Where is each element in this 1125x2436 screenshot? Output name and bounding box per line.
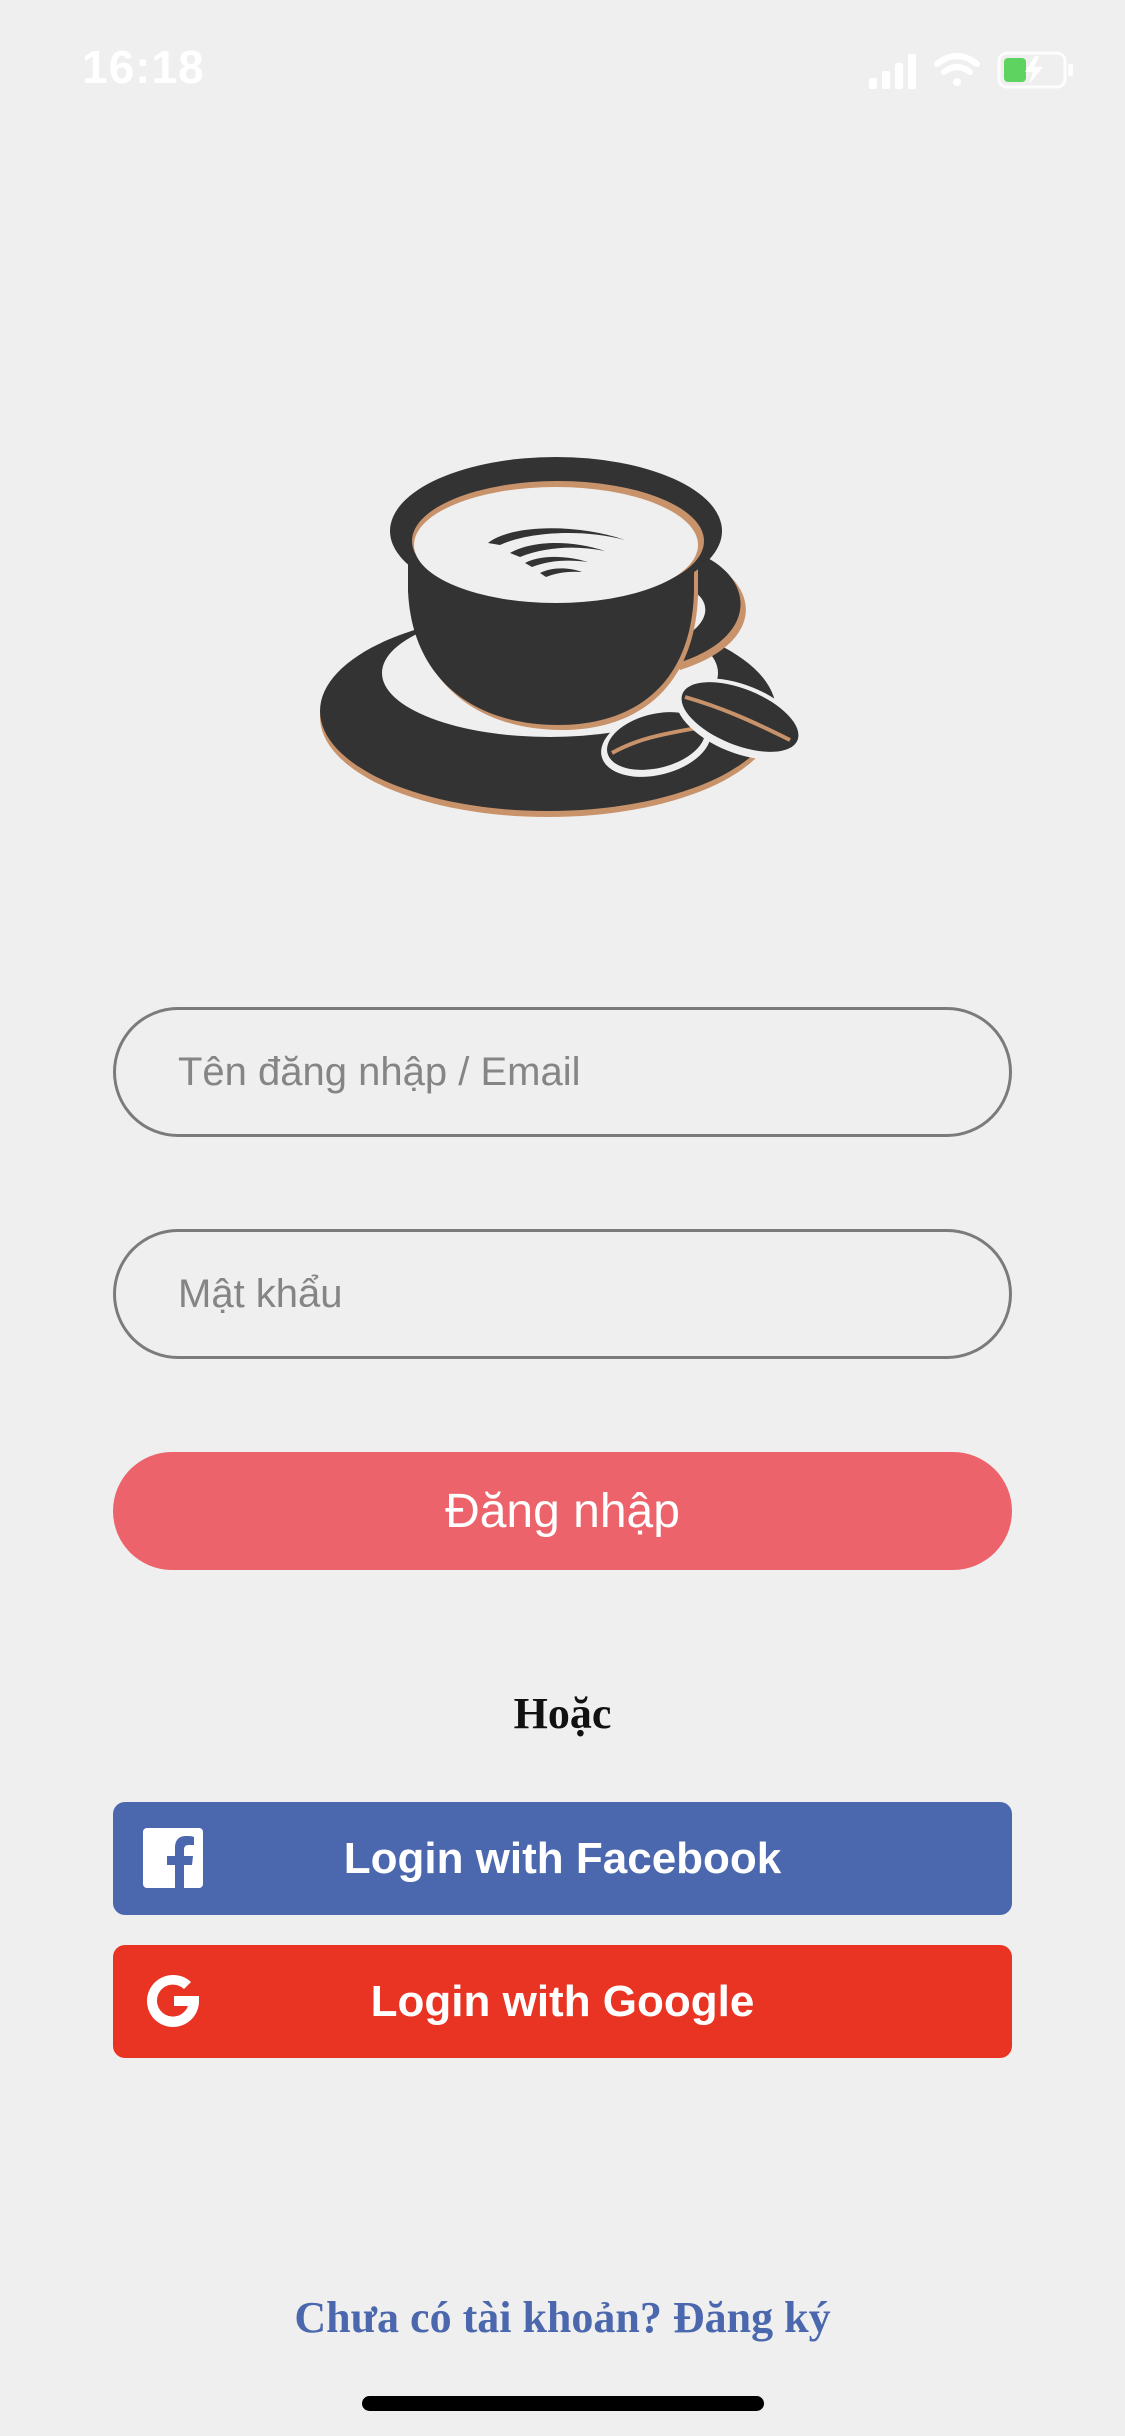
status-icons [869, 51, 1073, 89]
status-time: 16:18 [82, 41, 205, 93]
facebook-login-label: Login with Facebook [343, 1833, 782, 1883]
google-icon [147, 1974, 199, 2027]
username-input[interactable] [113, 1007, 1012, 1137]
login-button-label: Đăng nhập [445, 1484, 680, 1538]
login-button[interactable]: Đăng nhập [113, 1452, 1012, 1570]
divider-text: Hoặc [513, 1689, 612, 1738]
home-indicator[interactable] [362, 2396, 764, 2411]
facebook-icon [143, 1828, 203, 1888]
google-login-button[interactable]: Login with Google [113, 1945, 1012, 2058]
battery-charging-icon [997, 51, 1073, 89]
signup-link[interactable]: Chưa có tài khoản? Đăng ký [0, 2292, 1125, 2343]
facebook-login-button[interactable]: Login with Facebook [113, 1802, 1012, 1915]
coffee-cup-logo [320, 457, 800, 817]
password-input[interactable] [113, 1229, 1012, 1359]
google-login-label: Login with Google [370, 1976, 755, 2026]
signal-icon [869, 54, 916, 89]
wifi-icon [934, 53, 980, 86]
